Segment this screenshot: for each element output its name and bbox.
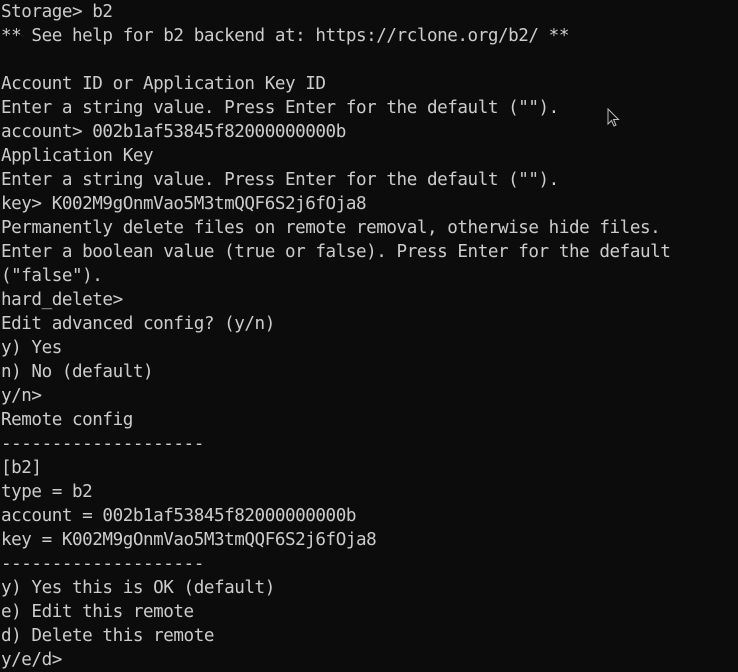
prompt-hard-delete: hard_delete> — [1, 290, 123, 310]
app-key-heading: Application Key — [1, 146, 154, 166]
separator: -------------------- — [1, 554, 204, 574]
prompt-key: key> K002M9gOnmVao5M3tmQQF6S2j6fOja8 — [1, 194, 367, 214]
separator: -------------------- — [1, 434, 204, 454]
option-delete: d) Delete this remote — [1, 626, 214, 646]
option-no: n) No (default) — [1, 362, 154, 382]
option-yes-ok: y) Yes this is OK (default) — [1, 578, 275, 598]
prompt-yn: y/n> — [1, 386, 42, 406]
help-link-line: ** See help for b2 backend at: https://r… — [1, 26, 569, 46]
hard-delete-hint-cont: ("false"). — [1, 266, 103, 286]
advanced-config-question: Edit advanced config? (y/n) — [1, 314, 275, 334]
hard-delete-hint: Enter a boolean value (true or false). P… — [1, 242, 671, 262]
remote-key: key = K002M9gOnmVao5M3tmQQF6S2j6fOja8 — [1, 530, 377, 550]
remote-account: account = 002b1af53845f82000000000b — [1, 506, 356, 526]
remote-config-heading: Remote config — [1, 410, 133, 430]
option-yes: y) Yes — [1, 338, 62, 358]
arrow-pointer-icon — [607, 108, 620, 127]
prompt-account: account> 002b1af53845f82000000000b — [1, 122, 346, 142]
account-heading: Account ID or Application Key ID — [1, 74, 326, 94]
remote-section-name: [b2] — [1, 458, 42, 478]
remote-type: type = b2 — [1, 482, 93, 502]
option-edit: e) Edit this remote — [1, 602, 194, 622]
prompt-storage: Storage> b2 — [1, 2, 113, 22]
account-hint: Enter a string value. Press Enter for th… — [1, 98, 559, 118]
hard-delete-heading: Permanently delete files on remote remov… — [1, 218, 661, 238]
app-key-hint: Enter a string value. Press Enter for th… — [1, 170, 559, 190]
prompt-yed[interactable]: y/e/d> — [1, 648, 738, 672]
terminal-window[interactable]: Storage> b2 ** See help for b2 backend a… — [0, 0, 738, 672]
